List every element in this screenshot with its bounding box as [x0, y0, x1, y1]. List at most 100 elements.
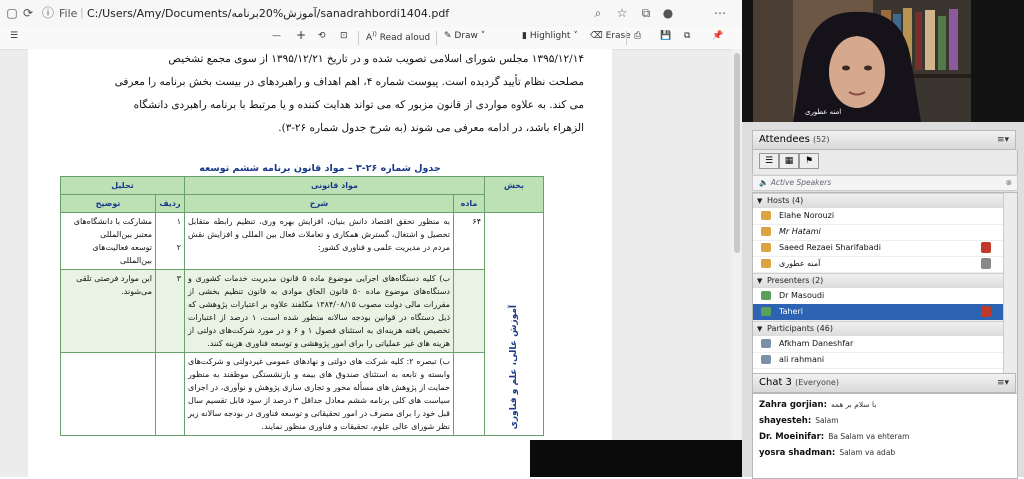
read-aloud-label: Read aloud: [379, 33, 431, 43]
url-text[interactable]: C:/Users/Amy/Documents/آموزش%20برنامه/sa…: [87, 7, 449, 20]
attendee-item[interactable]: Saeed Rezaei Sharifabadi: [753, 240, 1003, 257]
explain-cell: این موارد فرصتی تلقی می‌شوند.: [60, 269, 156, 353]
info-icon[interactable]: ⓘ: [40, 5, 56, 21]
draw-label: Draw: [454, 31, 478, 41]
more-menu-icon[interactable]: ⋯: [712, 5, 728, 21]
save-as-icon[interactable]: ⧉: [684, 31, 690, 41]
rotate-icon[interactable]: ⟲: [318, 31, 326, 41]
group-count: (46): [816, 324, 833, 333]
desc-cell: ب) کلیه دستگاه‌های اجرایی موضوع ماده ۵ ق…: [184, 269, 454, 353]
header-article: ماده: [453, 194, 485, 213]
header-section: بخش: [484, 176, 544, 213]
chat-messages: Zahra gorjian: با سلام بر همه shayesteh: S…: [752, 393, 1018, 479]
fit-page-icon[interactable]: ⊡: [340, 31, 348, 41]
paragraph-line: می کند. به علاوه مواردی از قانون مزبور ک…: [133, 99, 584, 111]
paragraph-line: الزهراء باشد، در ادامه معرفی می شوند (به…: [278, 122, 584, 134]
attendee-item[interactable]: Afkham Daneshfar: [753, 336, 1003, 353]
save-icon[interactable]: 💾: [660, 31, 671, 41]
status-view-icon[interactable]: ⚑: [799, 153, 819, 169]
attendee-view-bar: ☰ ▦ ⚑: [752, 150, 1018, 174]
webcam-name-tag: امنه عطوری: [805, 108, 842, 116]
section-cell: آموزش عالی، علم و فناوری: [484, 212, 544, 436]
header-analysis: تحلیل: [60, 176, 185, 195]
grid-view-icon[interactable]: ▦: [779, 153, 799, 169]
zoom-icon[interactable]: ⌕: [590, 5, 606, 21]
attendee-item[interactable]: Dr Masoudi: [753, 288, 1003, 305]
attendee-item[interactable]: Mr Hatami: [753, 224, 1003, 241]
profile-icon[interactable]: ●: [660, 5, 676, 21]
favorite-icon[interactable]: ☆: [614, 5, 630, 21]
list-view-icon[interactable]: ☰: [759, 153, 779, 169]
pin-icon[interactable]: 📌: [712, 31, 723, 41]
explain-cell: [60, 352, 156, 436]
group-participants[interactable]: ▼ Participants (46): [753, 321, 1003, 336]
print-icon[interactable]: ⎙: [634, 31, 641, 41]
address-bar: ▢ ⟳ ⓘ File | C:/Users/Amy/Documents/آموز…: [0, 0, 742, 28]
refresh-icon[interactable]: ⟳: [20, 5, 36, 21]
contents-icon[interactable]: ☰: [10, 31, 18, 41]
table-caption: جدول شماره ۲۶-۳ – مواد قانون برنامه ششم …: [199, 163, 441, 174]
law-table: بخش مواد قانونی تحلیل ماده شرح ردیف توضی…: [60, 176, 544, 436]
close-icon[interactable]: ⊗: [1006, 176, 1012, 190]
speaker-video-image: [753, 0, 971, 122]
group-label: Presenters: [767, 276, 810, 285]
table-row: آموزش عالی، علم و فناوری ۶۴ به منظور تحق…: [60, 212, 544, 436]
rownum-cell: ۱ ۲: [155, 212, 185, 270]
explain-text: مشارکت با دانشگاه‌های معتبر بین‌المللی: [73, 217, 152, 239]
chat-sender: Dr. Moeinifar:: [759, 432, 825, 442]
pdf-scrollbar[interactable]: [732, 49, 742, 477]
host-icon: [761, 211, 771, 220]
webcam-video: امنه عطوری: [753, 0, 971, 122]
row-number: ۲: [176, 243, 181, 252]
group-label: Hosts: [767, 196, 790, 205]
sidebar-toggle-icon[interactable]: ▢: [4, 5, 20, 21]
pdf-toolbar: ☰ — + ⟲ ⊡ A)) Read aloud ✎ Draw ˅ ▮ High…: [0, 27, 742, 50]
pod-menu-icon[interactable]: ≡▾: [997, 374, 1009, 392]
desc-cell: ب) تبصره ۲: کلیه شرکت های دولتی و نهادها…: [184, 352, 454, 436]
chat-text: Salam: [815, 416, 839, 425]
group-presenters[interactable]: ▼ Presenters (2): [753, 273, 1003, 288]
article-cell: ۶۴: [453, 212, 485, 270]
chat-title: Chat 3: [759, 377, 792, 388]
rownum-cell: [155, 352, 185, 436]
attendees-title: Attendees: [759, 134, 810, 145]
attendee-item[interactable]: Elahe Norouzi: [753, 208, 1003, 225]
attendee-item-selected[interactable]: Taheri: [753, 304, 1003, 321]
scroll-thumb[interactable]: [734, 53, 740, 253]
paragraph-line: مصلحت نظام تأیید گردیده است. پیوست شماره…: [114, 76, 584, 88]
chat-sender: shayesteh:: [759, 416, 812, 426]
status-icon: [981, 306, 991, 317]
attendee-item[interactable]: ali rahmani: [753, 352, 1003, 369]
attendee-item[interactable]: آمنه عطوری: [753, 256, 1003, 273]
header-law: مواد قانونی: [184, 176, 485, 195]
chat-sender: Zahra gorjian:: [759, 400, 827, 410]
read-aloud-button[interactable]: A)) Read aloud: [366, 31, 430, 43]
status-icon: [981, 242, 991, 253]
pod-menu-icon[interactable]: ≡▾: [997, 131, 1009, 149]
group-hosts[interactable]: ▼ Hosts (4): [753, 193, 1003, 208]
attendees-header: Attendees (52) ≡▾: [752, 130, 1016, 150]
chat-message: yosra shadman: Salam va adab: [759, 448, 895, 458]
presenter-icon: [761, 307, 771, 316]
host-icon: [761, 243, 771, 252]
zoom-out-button[interactable]: —: [272, 31, 281, 41]
draw-button[interactable]: ✎ Draw ˅: [444, 31, 485, 41]
chat-text: Ba Salam va ehteram: [828, 432, 910, 441]
host-icon: [761, 227, 771, 236]
highlight-button[interactable]: ▮ Highlight ˅: [522, 31, 578, 41]
group-count: (4): [791, 196, 804, 205]
file-label: File: [59, 7, 78, 20]
collections-icon[interactable]: ⧉: [638, 5, 654, 21]
chat-text: Salam va adab: [839, 448, 896, 457]
chat-text: با سلام بر همه: [830, 400, 877, 409]
chat-message: Zahra gorjian: با سلام بر همه: [759, 400, 876, 410]
zoom-in-button[interactable]: +: [296, 28, 306, 42]
rownum-cell: ۳: [155, 269, 185, 353]
table-row: ب) تبصره ۲: کلیه شرکت های دولتی و نهادها…: [60, 352, 544, 436]
chat-sender: yosra shadman:: [759, 448, 836, 458]
paragraph-line: ۱۳۹۵/۱۲/۱۴ مجلس شورای اسلامی تصویب شده و…: [168, 53, 584, 65]
expand-icon: ▼: [757, 325, 763, 333]
erase-button[interactable]: ⌫ Erase: [590, 31, 631, 41]
article-cell: [453, 352, 485, 436]
header-explain: توضیح: [60, 194, 156, 213]
